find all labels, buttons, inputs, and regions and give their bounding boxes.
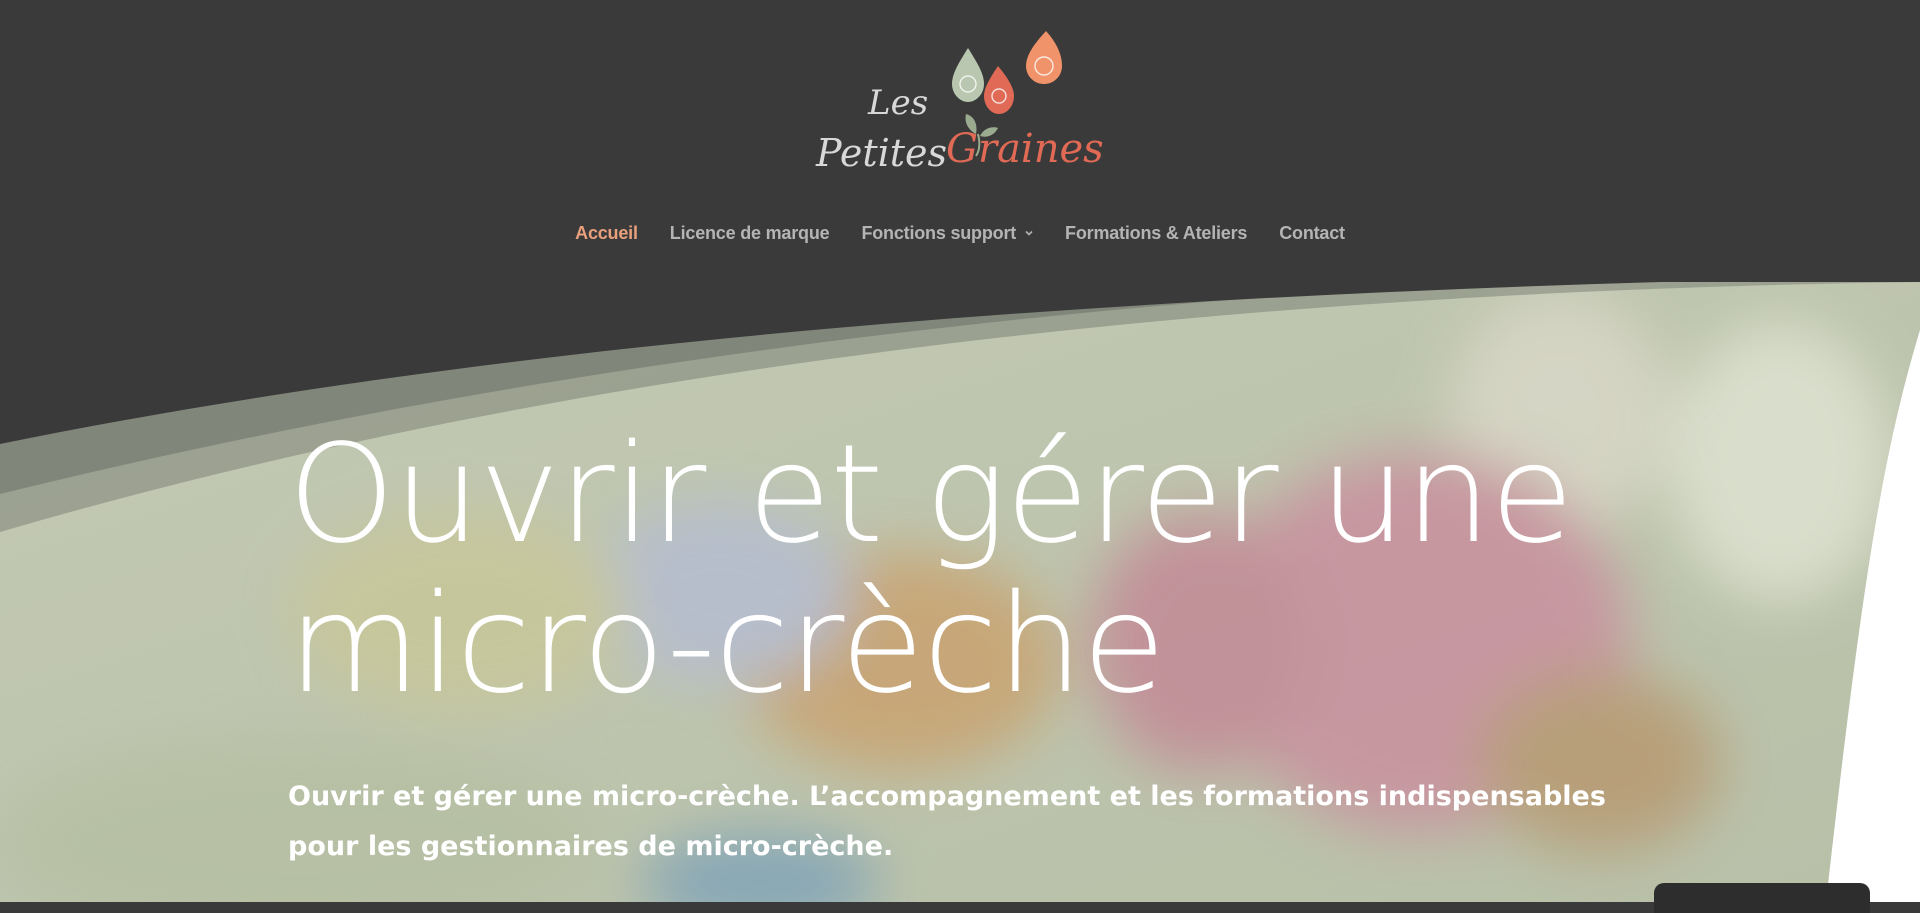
green-drop-icon (952, 48, 984, 102)
nav-item-label: Contact (1279, 222, 1345, 243)
les-petites-graines-logo: Les Petites Graines (815, 31, 1104, 175)
nav-item-label: Formations & Ateliers (1065, 222, 1248, 243)
nav-item-accueil[interactable]: Accueil (575, 218, 638, 248)
nav-item-label: Accueil (575, 222, 638, 243)
nav-item-label: Fonctions support (861, 222, 1017, 243)
logo-text-petites: Petites (815, 131, 947, 175)
main-nav: Accueil Licence de marque Fonctions supp… (0, 218, 1920, 248)
nav-item-fonctions-support[interactable]: Fonctions support (861, 218, 1033, 248)
nav-item-label: Licence de marque (669, 222, 830, 243)
red-drop-icon (984, 66, 1014, 114)
nav-item-contact[interactable]: Contact (1279, 218, 1345, 248)
hero-title: Ouvrir et gérer une micro-crèche (288, 416, 1574, 724)
site-header: Les Petites Graines Accueil Licence de m… (0, 0, 1920, 282)
logo-text-graines: Graines (946, 126, 1104, 172)
hero-subtitle: Ouvrir et gérer une micro-crèche. L’acco… (288, 781, 1606, 862)
hero-content: Ouvrir et gérer une micro-crèche Ouvrir … (288, 420, 1688, 872)
chevron-down-icon (1025, 230, 1033, 236)
logo-text-les: Les (867, 83, 928, 123)
cookie-banner-tab[interactable] (1654, 883, 1870, 913)
nav-item-licence-de-marque[interactable]: Licence de marque (670, 218, 830, 248)
hero-section: Ouvrir et gérer une micro-crèche Ouvrir … (0, 282, 1920, 902)
nav-item-formations-ateliers[interactable]: Formations & Ateliers (1065, 218, 1247, 248)
site-logo[interactable]: Les Petites Graines (808, 26, 1108, 196)
